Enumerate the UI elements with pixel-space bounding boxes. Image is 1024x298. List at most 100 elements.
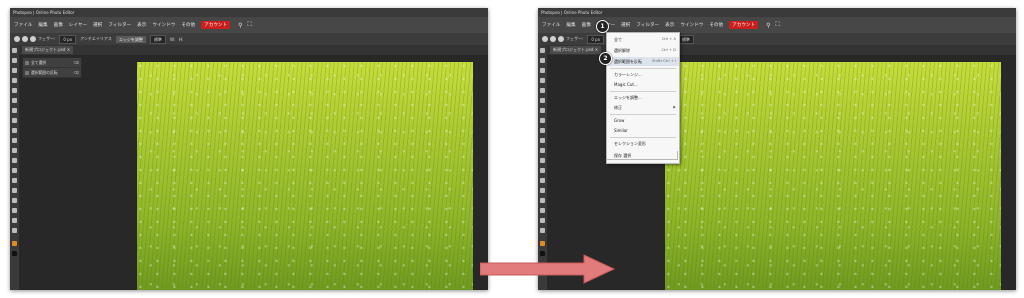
eyedropper-tool-icon[interactable]: [540, 98, 545, 103]
menu-image[interactable]: 画像: [582, 22, 591, 28]
menu-filter[interactable]: フィルター: [636, 22, 659, 28]
fullscreen-icon[interactable]: ⛶: [248, 21, 252, 29]
refine-edge-button[interactable]: エッジを調整: [115, 35, 146, 43]
document-tab[interactable]: 新規プロジェクト.psd ✕: [550, 46, 602, 54]
menu-item-deselect[interactable]: 選択解除 Ctrl + D: [607, 46, 679, 55]
menu-separator: [610, 91, 676, 92]
zoom-tool-icon[interactable]: [12, 228, 17, 233]
menu-item-grow[interactable]: Grow: [607, 116, 679, 125]
menu-filter[interactable]: フィルター: [108, 22, 131, 28]
menu-image[interactable]: 画像: [54, 22, 63, 28]
antialias-checkbox[interactable]: アンチエイリアス: [80, 36, 112, 42]
menu-item-inverse[interactable]: 選択範囲を反転 Shift+Ctrl + I: [607, 57, 679, 66]
hand-tool-icon[interactable]: [540, 218, 545, 223]
path-select-tool-icon[interactable]: [540, 198, 545, 203]
menu-item-similar[interactable]: Similar: [607, 126, 679, 135]
feather-input[interactable]: 0 px: [59, 34, 77, 44]
zoom-tool-icon[interactable]: [540, 228, 545, 233]
document-tab[interactable]: 新規プロジェクト.psd ✕: [22, 46, 74, 54]
pen-tool-icon[interactable]: [540, 188, 545, 193]
crop-tool-icon[interactable]: [540, 88, 545, 93]
menu-file[interactable]: ファイル: [14, 22, 32, 28]
menu-separator: [610, 137, 676, 138]
marquee-tool-icon[interactable]: [540, 58, 545, 63]
screenshot-after: Photopea | Online Photo Editor ファイル 編集 画…: [538, 8, 1016, 290]
magic-wand-tool-icon[interactable]: [540, 78, 545, 83]
delete-icon[interactable]: ⌫: [74, 60, 79, 65]
crop-tool-icon[interactable]: [12, 88, 17, 93]
menu-item-color-range[interactable]: カラーレンジ...: [607, 70, 679, 79]
menu-item-select-all[interactable]: 全て Ctrl + A: [607, 35, 679, 44]
menu-select[interactable]: 選択: [93, 22, 102, 28]
shape-tool-icon[interactable]: [12, 208, 17, 213]
menu-layer[interactable]: レイヤー: [69, 22, 87, 28]
magic-wand-tool-icon[interactable]: [12, 78, 17, 83]
selection-subtract-icon[interactable]: [558, 36, 564, 42]
menu-more[interactable]: その他: [709, 22, 723, 28]
healing-tool-icon[interactable]: [540, 108, 545, 113]
canvas-area[interactable]: [19, 55, 488, 290]
account-button[interactable]: アカウント: [729, 21, 759, 29]
menu-more[interactable]: その他: [181, 22, 195, 28]
history-item[interactable]: 全て選択 ⌫: [23, 58, 81, 68]
menu-file[interactable]: ファイル: [542, 22, 560, 28]
brush-tool-icon[interactable]: [540, 118, 545, 123]
menu-item-refine-edge[interactable]: エッジを調整...: [607, 93, 679, 102]
marquee-tool-icon[interactable]: [12, 58, 17, 63]
delete-icon[interactable]: ⌫: [74, 70, 79, 75]
fullscreen-icon[interactable]: ⛶: [776, 21, 780, 29]
stamp-tool-icon[interactable]: [540, 128, 545, 133]
style-select[interactable]: 標準: [677, 34, 694, 44]
selection-subtract-icon[interactable]: [30, 36, 36, 42]
blur-tool-icon[interactable]: [12, 158, 17, 163]
lasso-tool-icon[interactable]: [540, 68, 545, 73]
grass-image: [665, 62, 1001, 290]
lasso-tool-icon[interactable]: [12, 68, 17, 73]
dodge-tool-icon[interactable]: [540, 168, 545, 173]
history-item[interactable]: 選択範囲の反転 ⌫: [23, 68, 81, 78]
foreground-color-swatch[interactable]: [12, 241, 17, 246]
shape-tool-icon[interactable]: [540, 208, 545, 213]
background-color-swatch[interactable]: [12, 251, 17, 256]
menu-edit[interactable]: 編集: [38, 22, 47, 28]
menu-item-save-selection[interactable]: 保存 選択: [606, 151, 678, 160]
history-item-label: 全て選択: [31, 59, 47, 65]
move-tool-icon[interactable]: [12, 48, 17, 53]
selection-add-icon[interactable]: [22, 36, 28, 42]
feather-input[interactable]: 0 px: [587, 34, 605, 44]
menu-item-transform-selection[interactable]: セレクション変形: [607, 139, 679, 148]
pen-tool-icon[interactable]: [12, 188, 17, 193]
blur-tool-icon[interactable]: [540, 158, 545, 163]
menu-edit[interactable]: 編集: [566, 22, 575, 28]
menu-window[interactable]: ウインドウ: [152, 22, 175, 28]
search-icon[interactable]: ⚲: [238, 22, 242, 29]
search-icon[interactable]: ⚲: [766, 22, 770, 29]
eyedropper-tool-icon[interactable]: [12, 98, 17, 103]
style-select[interactable]: 標準: [149, 34, 166, 44]
selection-mode-icon[interactable]: [14, 36, 20, 42]
healing-tool-icon[interactable]: [12, 108, 17, 113]
hand-tool-icon[interactable]: [12, 218, 17, 223]
move-tool-icon[interactable]: [540, 48, 545, 53]
path-select-tool-icon[interactable]: [12, 198, 17, 203]
menu-item-magic-cut[interactable]: Magic Cut...: [607, 80, 679, 89]
menu-select[interactable]: 選択: [621, 22, 630, 28]
gradient-tool-icon[interactable]: [12, 148, 17, 153]
menu-item-modify[interactable]: 修正 ▶: [607, 103, 679, 112]
brush-tool-icon[interactable]: [12, 118, 17, 123]
foreground-color-swatch[interactable]: [540, 241, 545, 246]
menu-view[interactable]: 表示: [665, 22, 674, 28]
gradient-tool-icon[interactable]: [540, 148, 545, 153]
dodge-tool-icon[interactable]: [12, 168, 17, 173]
menu-view[interactable]: 表示: [137, 22, 146, 28]
eraser-tool-icon[interactable]: [12, 138, 17, 143]
history-item-icon: [25, 60, 29, 65]
selection-add-icon[interactable]: [550, 36, 556, 42]
text-tool-icon[interactable]: [540, 178, 545, 183]
account-button[interactable]: アカウント: [201, 21, 231, 29]
stamp-tool-icon[interactable]: [12, 128, 17, 133]
text-tool-icon[interactable]: [12, 178, 17, 183]
eraser-tool-icon[interactable]: [540, 138, 545, 143]
menu-window[interactable]: ウインドウ: [680, 22, 703, 28]
selection-mode-icon[interactable]: [542, 36, 548, 42]
